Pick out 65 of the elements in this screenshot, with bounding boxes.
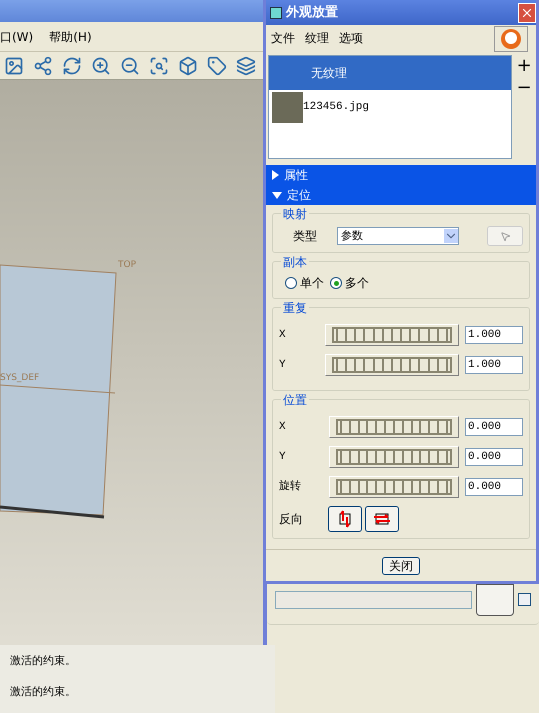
flip-vertical-button[interactable] [328,506,362,532]
value-field[interactable]: 0.000 [465,418,523,436]
chevron-down-icon [444,229,458,243]
triangle-down-icon [272,192,282,198]
logo-icon [494,26,528,52]
section-header[interactable]: 属性 [266,165,536,185]
radio-button[interactable] [285,277,297,289]
type-dropdown[interactable]: 参数 [337,227,459,245]
row-label: Y [279,450,287,465]
row-label: X [279,328,287,343]
group-title: 位置 [281,391,309,409]
layers-icon[interactable] [236,56,256,76]
menu-item[interactable]: 选项 [339,29,363,47]
window-title: 外观放置 [286,4,338,22]
value-field[interactable]: 1.000 [465,326,523,344]
horizontal-arrows-icon [372,512,392,526]
pointer-icon [500,230,510,242]
flip-horizontal-button[interactable] [365,506,399,532]
value-field[interactable]: 0.000 [465,448,523,466]
window-icon [270,6,282,18]
radio-label: 单个 [300,275,324,292]
close-button[interactable] [518,2,536,22]
nodes-icon[interactable] [33,56,53,76]
message-line: 激活的约束。 [9,653,77,669]
group-title: 副本 [281,253,309,271]
cube-icon[interactable] [178,56,198,76]
thumbwheel[interactable] [329,446,459,468]
menu-item[interactable]: 口(W) [0,28,34,46]
close-dialog-button[interactable]: 关闭 [382,556,420,574]
refresh-icon[interactable] [62,56,82,76]
menu-item[interactable]: 文件 [271,29,295,47]
row-label: Y [279,358,287,373]
value-field[interactable]: 1.000 [465,356,523,374]
thumbwheel[interactable] [325,354,459,376]
menu-item[interactable]: 帮助(H) [49,28,92,46]
texture-item[interactable]: 无纹理 [269,56,512,90]
type-label: 类型 [293,228,317,245]
image-icon[interactable] [4,56,24,76]
row-label: 旋转 [279,479,302,495]
checkbox[interactable] [518,593,531,606]
remove-button[interactable]: − [516,77,532,99]
thumbwheel[interactable] [325,324,459,346]
zoom-in-icon[interactable] [91,56,111,76]
vertical-arrows-icon [337,510,353,528]
zoom-out-icon[interactable] [120,56,140,76]
thumbwheel[interactable] [329,416,459,438]
menu-item[interactable]: 纹理 [305,29,329,47]
section-header[interactable]: 定位 [266,185,536,205]
slider-thumb[interactable] [476,584,514,616]
radio-label: 多个 [345,275,369,292]
section-label: 定位 [287,187,311,204]
tag-icon[interactable] [207,56,227,76]
triangle-right-icon [272,170,279,180]
reverse-label: 反向 [279,511,304,528]
zoom-fit-icon[interactable] [149,56,169,76]
message-line: 激活的约束。 [9,684,77,700]
photo-placeholder [272,92,303,122]
add-button[interactable]: + [516,55,532,77]
section-label: 属性 [284,167,308,184]
slider-track[interactable] [275,590,472,608]
value-field[interactable]: 0.000 [465,478,523,496]
thumbwheel[interactable] [329,476,459,498]
texture-item[interactable]: 123456.jpg [269,90,512,124]
row-label: X [279,420,287,435]
radio-button[interactable] [330,277,342,289]
